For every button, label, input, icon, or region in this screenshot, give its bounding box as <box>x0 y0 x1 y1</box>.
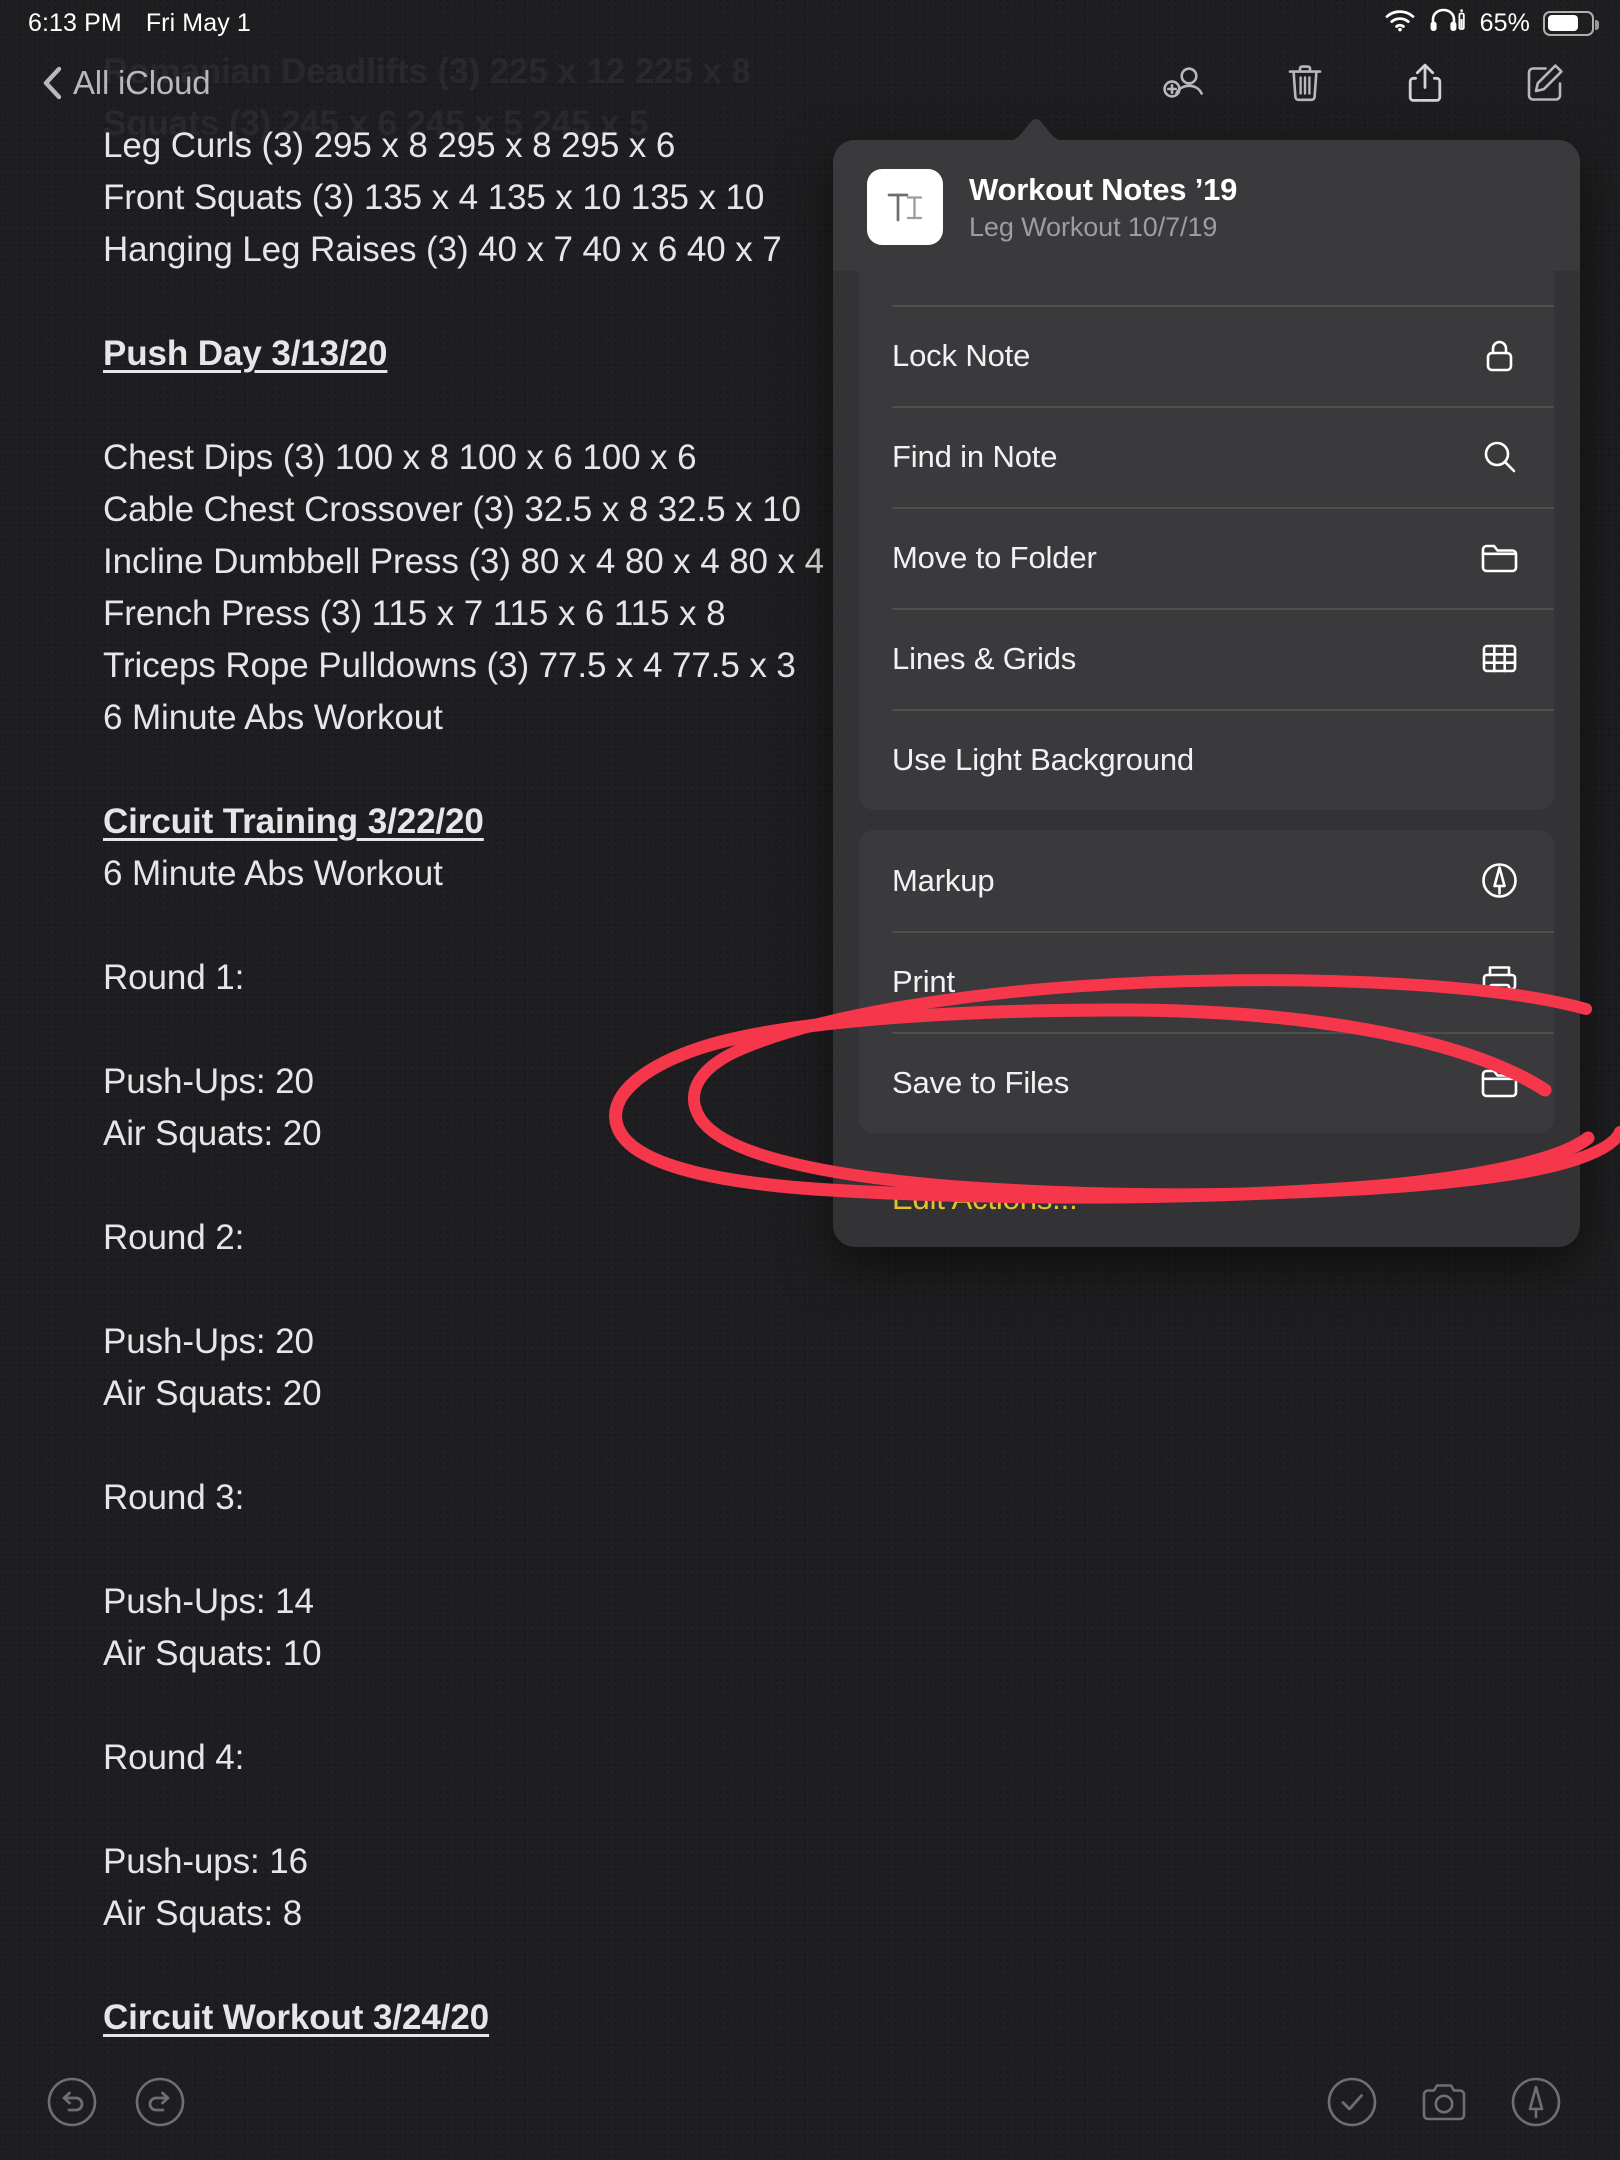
folder-icon <box>1478 1061 1521 1104</box>
undo-icon[interactable] <box>46 2076 98 2128</box>
menu-item-save-to-files[interactable]: Save to Files <box>859 1032 1554 1133</box>
action-group-secondary: Markup Print Save to Files <box>859 830 1554 1133</box>
menu-item-label: Move to Folder <box>892 539 1097 575</box>
trash-icon[interactable] <box>1282 60 1328 106</box>
shared-item-title: Workout Notes ’19 <box>969 171 1238 207</box>
bottom-bar-left <box>46 2076 186 2128</box>
menu-item-move-to-folder[interactable]: Move to Folder <box>859 507 1554 608</box>
editor-bottom-bar <box>0 2054 1620 2160</box>
back-to-all-icloud-button[interactable]: All iCloud <box>42 64 211 102</box>
note-text-line: Round 4: <box>103 1738 245 1777</box>
markup-pen-icon <box>1478 859 1521 902</box>
back-button-label: All iCloud <box>73 64 211 101</box>
note-text-line: Air Squats: 10 <box>103 1634 322 1673</box>
menu-item-label: Markup <box>892 862 995 898</box>
menu-item-label: Print <box>892 963 955 999</box>
navigation-bar: All iCloud <box>0 46 1620 120</box>
notes-app-screen: 6:13 PM Fri May 1 65% Romanian Deadlifts… <box>0 0 1620 2160</box>
checkmark-circle-icon[interactable] <box>1326 2076 1378 2128</box>
menu-item-lines-grids[interactable]: Lines & Grids <box>859 608 1554 709</box>
person-add-icon[interactable] <box>1162 60 1208 106</box>
note-text-line <box>103 1784 1620 1836</box>
wifi-icon <box>1384 8 1416 39</box>
note-text-line <box>103 1264 1620 1316</box>
menu-item-lock-note[interactable]: Lock Note <box>859 305 1554 406</box>
note-toolbar <box>1162 60 1568 106</box>
camera-icon[interactable] <box>1418 2076 1470 2128</box>
note-text-line <box>103 1524 1620 1576</box>
share-sheet-header: Workout Notes ’19 Leg Workout 10/7/19 <box>833 140 1580 271</box>
search-icon <box>1478 435 1521 478</box>
menu-item-use-light-background[interactable]: Use Light Background <box>859 709 1554 810</box>
status-date: Fri May 1 <box>145 8 251 37</box>
menu-item-label: Use Light Background <box>892 741 1195 777</box>
note-text-line: Round 3: <box>103 1478 245 1517</box>
menu-item-find-in-note[interactable]: Find in Note <box>859 406 1554 507</box>
note-text-line: Push-Ups: 20 <box>103 1322 314 1361</box>
status-time: 6:13 PM <box>28 8 122 37</box>
battery-icon <box>1543 10 1599 36</box>
status-bar-left: 6:13 PM Fri May 1 <box>28 9 251 38</box>
lock-icon <box>1478 334 1521 377</box>
chevron-left-icon <box>42 66 62 100</box>
status-bar: 6:13 PM Fri May 1 65% <box>0 0 1620 46</box>
menu-item-label: Save to Files <box>892 1064 1070 1100</box>
menu-item-label: Find in Note <box>892 438 1058 474</box>
text-style-icon <box>867 169 943 245</box>
menu-item-label: Lock Note <box>892 337 1031 373</box>
menu-item-label: Lines & Grids <box>892 640 1077 676</box>
edit-actions-label: Edit Actions... <box>892 1181 1078 1216</box>
markup-pen-icon[interactable] <box>1510 2076 1562 2128</box>
share-sheet-header-text: Workout Notes ’19 Leg Workout 10/7/19 <box>969 172 1237 243</box>
action-group-primary: Lock Note Find in Note Move to Folder Lines… <box>859 271 1554 810</box>
note-text-line <box>103 1680 1620 1732</box>
menu-item-markup[interactable]: Markup <box>859 830 1554 931</box>
shared-item-subtitle: Leg Workout 10/7/19 <box>969 211 1218 242</box>
edit-actions-button[interactable]: Edit Actions... <box>833 1153 1580 1245</box>
popover-arrow <box>1008 119 1064 141</box>
note-text-line <box>103 1940 1620 1992</box>
menu-item-print[interactable]: Print <box>859 931 1554 1032</box>
share-sheet-popover: Workout Notes ’19 Leg Workout 10/7/19 Lo… <box>833 119 1580 1247</box>
share-sheet-actions-list[interactable]: Lock Note Find in Note Move to Folder Lines… <box>833 271 1580 1247</box>
grid-icon <box>1478 637 1521 680</box>
note-text-line: Air Squats: 8 <box>103 1894 303 1933</box>
share-icon[interactable] <box>1402 60 1448 106</box>
note-heading-line: Circuit Workout 3/24/20 <box>103 1998 490 2037</box>
headphones-icon <box>1429 7 1465 40</box>
bottom-bar-right <box>1326 2076 1562 2128</box>
folder-icon <box>1478 536 1521 579</box>
status-bar-right: 65% <box>1384 7 1599 40</box>
compose-icon[interactable] <box>1522 60 1568 106</box>
note-text-line: Air Squats: 20 <box>103 1374 322 1413</box>
note-text-line: Push-Ups: 14 <box>103 1582 314 1621</box>
menu-item-partially-scrolled[interactable] <box>859 271 1554 305</box>
printer-icon <box>1478 960 1521 1003</box>
note-text-line: Push-ups: 16 <box>103 1842 309 1881</box>
battery-percentage: 65% <box>1479 8 1530 37</box>
redo-icon[interactable] <box>134 2076 186 2128</box>
note-text-line <box>103 1420 1620 1472</box>
